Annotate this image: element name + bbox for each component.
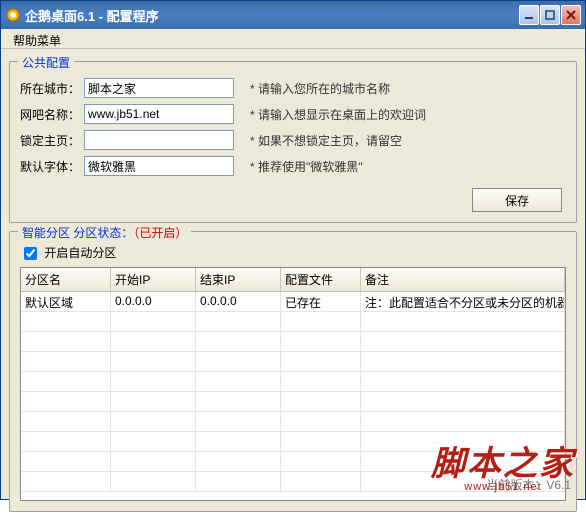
lock-row: 锁定主页： * 如果不想锁定主页，请留空 bbox=[20, 130, 566, 150]
save-button[interactable]: 保存 bbox=[472, 188, 562, 212]
content-area: 公共配置 所在城市： * 请输入您所在的城市名称 网吧名称： * 请输入想显示在… bbox=[1, 49, 585, 520]
bar-hint: * 请输入想显示在桌面上的欢迎词 bbox=[250, 106, 426, 123]
lock-hint: * 如果不想锁定主页，请留空 bbox=[250, 132, 402, 149]
city-label: 所在城市： bbox=[20, 80, 84, 97]
lock-input[interactable] bbox=[84, 130, 234, 150]
font-label: 默认字体： bbox=[20, 158, 84, 175]
minimize-button[interactable] bbox=[519, 5, 539, 25]
table-row[interactable] bbox=[21, 352, 565, 372]
city-input[interactable] bbox=[84, 78, 234, 98]
bar-row: 网吧名称： * 请输入想显示在桌面上的欢迎词 bbox=[20, 104, 566, 124]
partition-legend: 智能分区 分区状态：（已开启） bbox=[18, 224, 191, 241]
cell-end-ip: 0.0.0.0 bbox=[196, 292, 281, 311]
partition-group: 智能分区 分区状态：（已开启） 开启自动分区 分区名 开始IP 结束IP 配置文… bbox=[9, 231, 577, 512]
font-row: 默认字体： * 推荐使用"微软雅黑" bbox=[20, 156, 566, 176]
table-row[interactable] bbox=[21, 472, 565, 492]
app-window: 企鹅桌面6.1 - 配置程序 帮助菜单 公共配置 所在城市： * 请输入您所在的… bbox=[0, 0, 586, 500]
col-end-ip[interactable]: 结束IP bbox=[196, 268, 281, 291]
table-row[interactable] bbox=[21, 312, 565, 332]
maximize-button[interactable] bbox=[540, 5, 560, 25]
table-row[interactable] bbox=[21, 372, 565, 392]
lock-label: 锁定主页： bbox=[20, 132, 84, 149]
public-config-group: 公共配置 所在城市： * 请输入您所在的城市名称 网吧名称： * 请输入想显示在… bbox=[9, 61, 577, 223]
help-menu[interactable]: 帮助菜单 bbox=[7, 31, 67, 50]
grid-body: 默认区域 0.0.0.0 0.0.0.0 已存在 注：此配置适合不分区或未分区的… bbox=[21, 292, 565, 500]
close-button[interactable] bbox=[561, 5, 581, 25]
cell-note: 注：此配置适合不分区或未分区的机器 bbox=[361, 292, 565, 311]
window-title: 企鹅桌面6.1 - 配置程序 bbox=[25, 6, 519, 25]
grid-header: 分区名 开始IP 结束IP 配置文件 备注 bbox=[21, 268, 565, 292]
titlebar[interactable]: 企鹅桌面6.1 - 配置程序 bbox=[1, 1, 585, 29]
table-row[interactable]: 默认区域 0.0.0.0 0.0.0.0 已存在 注：此配置适合不分区或未分区的… bbox=[21, 292, 565, 312]
table-row[interactable] bbox=[21, 392, 565, 412]
auto-partition-label[interactable]: 开启自动分区 bbox=[24, 246, 116, 260]
partition-grid[interactable]: 分区名 开始IP 结束IP 配置文件 备注 默认区域 0.0.0.0 0.0.0… bbox=[20, 267, 566, 501]
app-icon bbox=[5, 7, 21, 23]
city-row: 所在城市： * 请输入您所在的城市名称 bbox=[20, 78, 566, 98]
partition-legend-prefix: 智能分区 分区状态： bbox=[22, 226, 133, 240]
bar-input[interactable] bbox=[84, 104, 234, 124]
font-input[interactable] bbox=[84, 156, 234, 176]
col-note[interactable]: 备注 bbox=[361, 268, 565, 291]
auto-partition-row: 开启自动分区 bbox=[24, 244, 566, 261]
menubar: 帮助菜单 bbox=[1, 29, 585, 49]
cell-config: 已存在 bbox=[281, 292, 361, 311]
table-row[interactable] bbox=[21, 332, 565, 352]
table-row[interactable] bbox=[21, 452, 565, 472]
bar-label: 网吧名称： bbox=[20, 106, 84, 123]
version-label: 当前版本：V6.1 bbox=[486, 476, 571, 493]
cell-name: 默认区域 bbox=[21, 292, 111, 311]
window-buttons bbox=[519, 5, 581, 25]
auto-partition-checkbox[interactable] bbox=[24, 247, 37, 260]
city-hint: * 请输入您所在的城市名称 bbox=[250, 80, 390, 97]
cell-start-ip: 0.0.0.0 bbox=[111, 292, 196, 311]
col-start-ip[interactable]: 开始IP bbox=[111, 268, 196, 291]
auto-partition-text: 开启自动分区 bbox=[44, 246, 116, 260]
font-hint: * 推荐使用"微软雅黑" bbox=[250, 158, 363, 175]
col-config[interactable]: 配置文件 bbox=[281, 268, 361, 291]
col-name[interactable]: 分区名 bbox=[21, 268, 111, 291]
table-row[interactable] bbox=[21, 412, 565, 432]
table-row[interactable] bbox=[21, 432, 565, 452]
partition-legend-status: （已开启） bbox=[133, 226, 187, 240]
public-config-legend: 公共配置 bbox=[18, 54, 74, 71]
